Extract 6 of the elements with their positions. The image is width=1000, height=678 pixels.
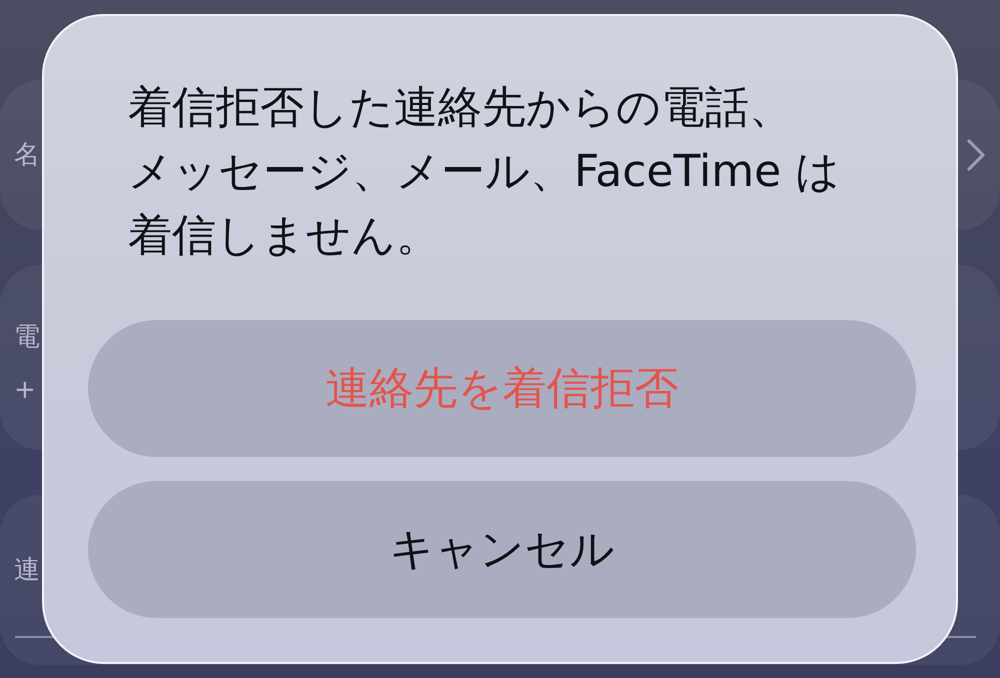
cancel-button[interactable]: キャンセル: [88, 481, 916, 618]
row-label: 名: [14, 140, 40, 170]
row-label: 連: [14, 555, 40, 585]
alert-message: 着信拒否した連絡先からの電話、メッセージ、メール、FaceTime は着信しません。: [128, 81, 842, 263]
row-label: 電: [14, 322, 40, 352]
row-label: +: [14, 375, 36, 405]
